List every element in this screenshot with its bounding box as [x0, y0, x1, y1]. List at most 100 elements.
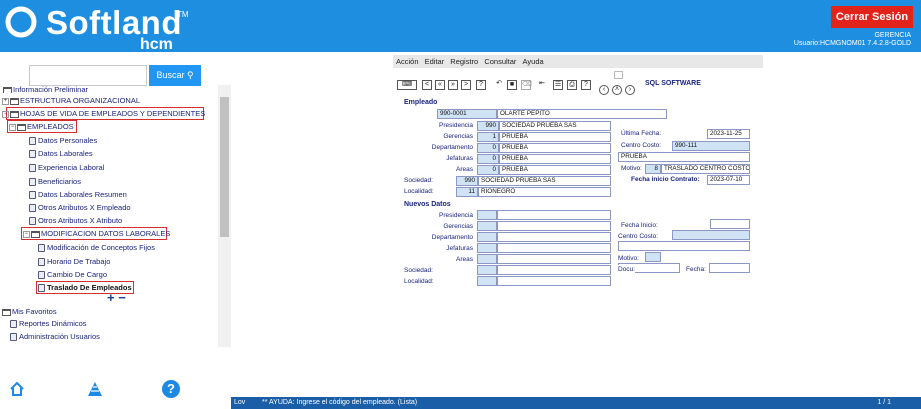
next-block-icon[interactable]: »	[448, 80, 458, 90]
tree-item-empleados[interactable]: − EMPLEADOS	[9, 122, 74, 132]
expand-collapse-controls[interactable]: + −	[107, 290, 126, 305]
list-icon[interactable]: ☰	[553, 80, 563, 90]
departamento-code-field[interactable]: 0	[477, 143, 499, 153]
status-lov[interactable]: Lov	[234, 397, 245, 409]
home-icon[interactable]	[9, 381, 25, 397]
label-nuevo-motivo: Motivo:	[618, 255, 639, 262]
tree-item-experiencia-laboral[interactable]: Experiencia Laboral	[29, 163, 104, 173]
favorite-item-reportes[interactable]: Reportes Dinámicos	[10, 319, 87, 329]
status-page-indicator: 1 / 1	[877, 399, 891, 406]
toolbar-small-icon[interactable]	[614, 71, 623, 79]
tree-item-hojas-de-vida[interactable]: − HOJAS DE VIDA DE EMPLEADOS Y DEPENDIENT…	[2, 109, 205, 119]
nuevo-jefaturas-code-field[interactable]	[477, 243, 497, 253]
menu-registro[interactable]: Registro	[450, 57, 478, 66]
save-icon[interactable]: ■	[507, 80, 517, 90]
menu-accion[interactable]: Acción	[396, 57, 419, 66]
prev-block-icon[interactable]: «	[435, 80, 445, 90]
delete-icon[interactable]: ⌫	[521, 80, 532, 90]
first-record-icon[interactable]: <	[422, 80, 432, 90]
print-icon[interactable]: ⎙	[567, 80, 577, 90]
tree-item-datos-personales[interactable]: Datos Personales	[29, 136, 97, 146]
document-icon	[10, 320, 17, 329]
menu-ayuda[interactable]: Ayuda	[523, 57, 544, 66]
collapse-icon[interactable]: −	[23, 230, 30, 238]
document-icon	[29, 204, 36, 213]
presidencia-code-field[interactable]: 990	[477, 121, 499, 131]
fecha-inicio-field[interactable]	[710, 219, 750, 229]
menu-consultar[interactable]: Consultar	[484, 57, 516, 66]
help-toolbar-icon[interactable]: ?	[581, 80, 591, 90]
document-icon	[29, 191, 36, 200]
tree-item-otros-atributos-atributo[interactable]: Otros Atributos X Atributo	[29, 216, 122, 226]
nuevo-sociedad-code-field[interactable]	[477, 265, 497, 275]
document-icon	[29, 164, 36, 173]
label-fecha: Fecha:	[686, 266, 706, 273]
nav-right-icon[interactable]: ›	[625, 85, 635, 95]
expand-icon[interactable]: +	[2, 97, 9, 105]
last-record-icon[interactable]: >	[461, 80, 471, 90]
collapse-icon[interactable]: −	[9, 123, 16, 131]
sociedad-code-field[interactable]: 990	[456, 176, 478, 186]
label-docu: Docu:	[618, 265, 635, 274]
tree-item-estructura[interactable]: + ESTRUCTURA ORGANIZACIONAL	[2, 96, 140, 106]
nuevo-areas-code-field[interactable]	[477, 254, 497, 264]
nuevo-gerencias-code-field[interactable]	[477, 221, 497, 231]
ultima-fecha-field: 2023-11-25	[707, 129, 750, 139]
tree-item-datos-laborales[interactable]: Datos Laborales	[29, 149, 93, 159]
tree-header[interactable]: Información Preliminar	[3, 85, 88, 93]
softland-logo-icon	[5, 6, 37, 38]
tree-scrollbar-thumb[interactable]	[220, 97, 229, 237]
tree-item-beneficiarios[interactable]: Beneficiarios	[29, 177, 81, 187]
tree-item-datos-laborales-resumen[interactable]: Datos Laborales Resumen	[29, 190, 127, 200]
nuevo-centro-costo-code-field[interactable]	[672, 230, 750, 240]
logout-button[interactable]: Cerrar Sesión	[831, 6, 913, 28]
label-nuevo-sociedad: Sociedad:	[404, 267, 433, 274]
undo-icon[interactable]: ↶	[494, 80, 504, 90]
empleado-code-field[interactable]: 990-0001	[437, 109, 497, 119]
pyramid-icon[interactable]	[87, 381, 103, 397]
collapse-icon[interactable]: −	[2, 110, 9, 118]
departamento-name-field: PRUEBA	[499, 143, 611, 153]
nuevo-motivo-code-field[interactable]	[645, 252, 661, 262]
fecha-field[interactable]	[709, 263, 750, 273]
nuevo-departamento-code-field[interactable]	[477, 232, 497, 242]
document-icon	[38, 271, 45, 280]
search-record-icon[interactable]: ?	[476, 80, 486, 90]
areas-code-field[interactable]: 0	[477, 165, 499, 175]
tree-item-cambio-cargo[interactable]: Cambio De Cargo	[38, 270, 107, 280]
empleado-name-field[interactable]: OLARTE PEPITO	[497, 109, 667, 119]
help-icon[interactable]: ?	[162, 380, 180, 398]
nav-up-icon[interactable]: ˄	[612, 85, 622, 95]
folder-open-icon	[10, 110, 19, 118]
centro-costo-code-field[interactable]: 990-111	[672, 141, 750, 151]
localidad-code-field[interactable]: 11	[456, 187, 478, 197]
search-input[interactable]	[29, 65, 147, 86]
folder-icon	[2, 308, 11, 316]
label-nuevo-localidad: Localidad:	[404, 278, 434, 285]
tree-item-modificacion-conceptos[interactable]: Modificación de Conceptos Fijos	[38, 243, 155, 253]
user-info: Usuario:HCMGNOM01 7.4.2.8-GOLD	[793, 40, 911, 47]
nuevo-presidencia-code-field[interactable]	[477, 210, 497, 220]
nav-left-icon[interactable]: ‹	[599, 85, 609, 95]
folder-open-icon	[31, 230, 40, 238]
menu-bar: Acción Editar Registro Consultar Ayuda	[393, 55, 763, 68]
keyboard-icon[interactable]: ⌨	[397, 80, 417, 90]
tree-item-otros-atributos-empleado[interactable]: Otros Atributos X Empleado	[29, 203, 131, 213]
motivo-code-field[interactable]: 8	[645, 164, 661, 174]
nuevo-jefaturas-name-field	[497, 243, 611, 253]
gerencias-code-field[interactable]: 1	[477, 132, 499, 142]
favorites-title[interactable]: Mis Favoritos	[2, 307, 57, 317]
menu-editar[interactable]: Editar	[425, 57, 445, 66]
jefaturas-code-field[interactable]: 0	[477, 154, 499, 164]
favorite-item-administracion[interactable]: Administración Usuarios	[10, 332, 100, 342]
app-header: Softland TM hcm Cerrar Sesión GERENCIA U…	[0, 0, 921, 53]
nuevos-datos-section-title: Nuevos Datos	[404, 201, 451, 208]
tree-item-horario-trabajo[interactable]: Horario De Trabajo	[38, 257, 110, 267]
label-centro-costo: Centro Costo:	[621, 142, 662, 149]
label-areas: Areas	[456, 166, 473, 173]
folder-open-icon	[17, 123, 26, 131]
tree-item-modificacion-datos[interactable]: − MODIFICACION DATOS LABORALES	[23, 229, 170, 239]
exit-icon[interactable]: ⇤	[537, 80, 547, 90]
search-button[interactable]: Buscar ⚲	[149, 65, 201, 86]
nuevo-localidad-code-field[interactable]	[477, 276, 497, 286]
